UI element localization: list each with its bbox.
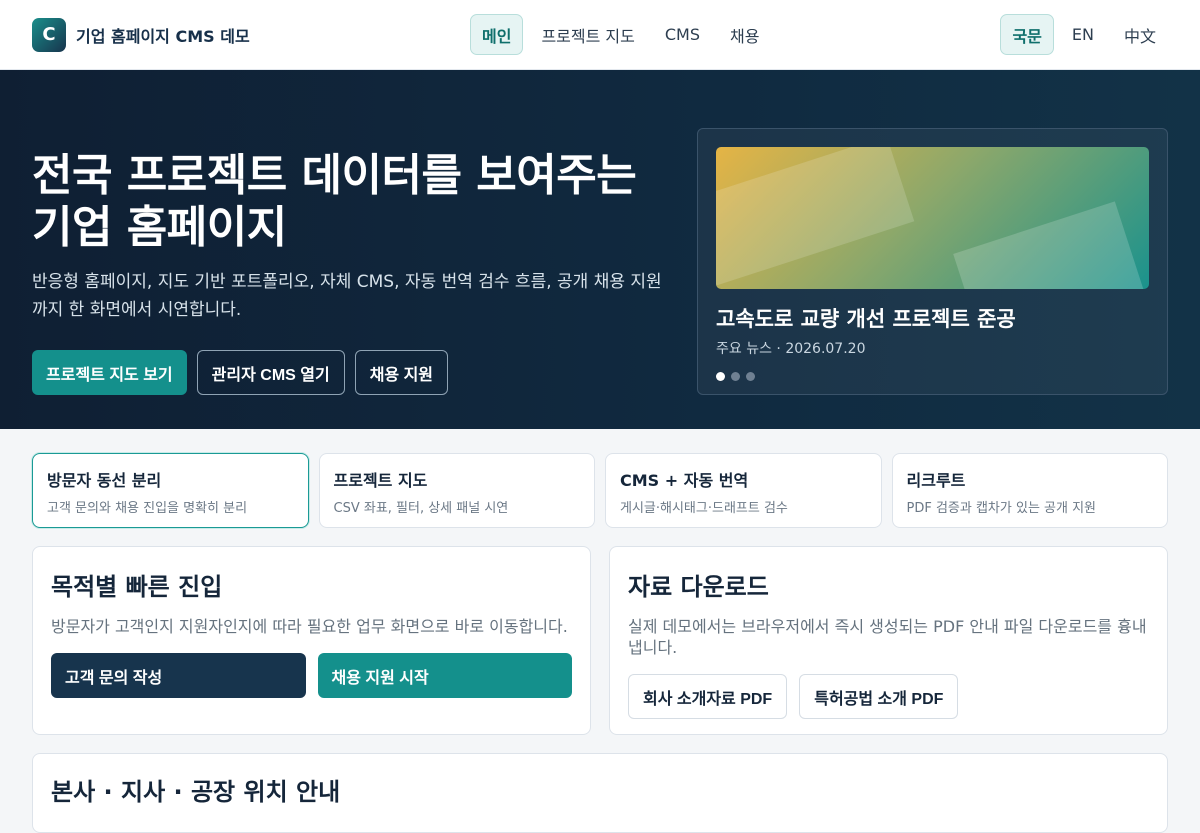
logo-icon: C	[32, 17, 66, 52]
brand[interactable]: C 기업 홈페이지 CMS 데모	[32, 17, 250, 52]
hero-content: 전국 프로젝트 데이터를 보여주는 기업 홈페이지 반응형 홈페이지, 지도 기…	[32, 150, 672, 395]
top-header: C 기업 홈페이지 CMS 데모 메인 프로젝트 지도 CMS 채용 국문 EN…	[0, 0, 1200, 70]
feature-title: 리크루트	[906, 471, 966, 490]
quick-entry-panel: 목적별 빠른 진입 방문자가 고객인지 지원자인지에 따라 필요한 업무 화면으…	[32, 546, 591, 735]
carousel-dot-1[interactable]	[716, 372, 725, 381]
panel-description: 실제 데모에서는 브라우저에서 즉시 생성되는 PDF 안내 파일 다운로드를 …	[628, 617, 1147, 657]
lang-english[interactable]: EN	[1060, 14, 1106, 55]
carousel-dots	[716, 372, 1149, 381]
brand-name: 기업 홈페이지 CMS 데모	[76, 26, 250, 46]
panel-title: 본사 · 지사 · 공장 위치 안내	[51, 778, 341, 806]
panel-description: 방문자가 고객인지 지원자인지에 따라 필요한 업무 화면으로 바로 이동합니다…	[51, 617, 568, 636]
locations-panel: 본사 · 지사 · 공장 위치 안내	[32, 753, 1168, 833]
recruit-apply-button[interactable]: 채용 지원	[354, 350, 449, 395]
language-switcher: 국문 EN 中文	[1000, 14, 1168, 55]
news-image	[716, 147, 1149, 289]
news-image-shape	[716, 147, 915, 289]
news-meta: 주요 뉴스 · 2026.07.20	[716, 341, 866, 357]
view-project-map-button[interactable]: 프로젝트 지도 보기	[32, 350, 187, 395]
main-nav: 메인 프로젝트 지도 CMS 채용	[470, 14, 771, 55]
lang-korean[interactable]: 국문	[1000, 14, 1054, 55]
feature-title: 프로젝트 지도	[333, 471, 428, 490]
lang-chinese[interactable]: 中文	[1112, 14, 1168, 55]
hero-section: 전국 프로젝트 데이터를 보여주는 기업 홈페이지 반응형 홈페이지, 지도 기…	[0, 70, 1200, 429]
nav-item-main[interactable]: 메인	[470, 14, 524, 55]
feature-subtitle: 고객 문의와 채용 진입을 명확히 분리	[47, 501, 248, 516]
feature-title: 방문자 동선 분리	[47, 471, 162, 490]
nav-item-cms[interactable]: CMS	[653, 14, 712, 55]
news-title[interactable]: 고속도로 교량 개선 프로젝트 준공	[716, 303, 1149, 333]
start-application-button[interactable]: 채용 지원 시작	[317, 653, 572, 698]
panel-buttons: 고객 문의 작성 채용 지원 시작	[51, 653, 572, 698]
company-pdf-button[interactable]: 회사 소개자료 PDF	[628, 674, 788, 719]
customer-inquiry-button[interactable]: 고객 문의 작성	[51, 653, 306, 698]
feature-subtitle: 게시글·해시태그·드래프트 검수	[620, 501, 788, 516]
carousel-dot-2[interactable]	[731, 372, 740, 381]
hero-description: 반응형 홈페이지, 지도 기반 포트폴리오, 자체 CMS, 자동 번역 검수 …	[32, 272, 662, 320]
news-carousel[interactable]: 고속도로 교량 개선 프로젝트 준공 주요 뉴스 · 2026.07.20	[697, 128, 1168, 395]
hero-title: 전국 프로젝트 데이터를 보여주는 기업 홈페이지	[32, 150, 637, 253]
feature-title: CMS + 자동 번역	[620, 471, 749, 490]
open-admin-cms-button[interactable]: 관리자 CMS 열기	[196, 350, 345, 395]
hero-buttons: 프로젝트 지도 보기 관리자 CMS 열기 채용 지원	[32, 350, 672, 395]
downloads-panel: 자료 다운로드 실제 데모에서는 브라우저에서 즉시 생성되는 PDF 안내 파…	[609, 546, 1168, 735]
feature-subtitle: PDF 검증과 캡차가 있는 공개 지원	[906, 501, 1097, 516]
patent-pdf-button[interactable]: 특허공법 소개 PDF	[799, 674, 959, 719]
feature-card-recruit[interactable]: 리크루트 PDF 검증과 캡차가 있는 공개 지원	[891, 453, 1168, 528]
feature-card-cms-translation[interactable]: CMS + 자동 번역 게시글·해시태그·드래프트 검수	[605, 453, 882, 528]
news-image-shape	[953, 201, 1149, 289]
nav-item-recruit[interactable]: 채용	[718, 14, 771, 55]
feature-cards: 방문자 동선 분리 고객 문의와 채용 진입을 명확히 분리 프로젝트 지도 C…	[32, 453, 1168, 528]
nav-item-project-map[interactable]: 프로젝트 지도	[529, 14, 646, 55]
panel-buttons: 회사 소개자료 PDF 특허공법 소개 PDF	[628, 674, 1149, 719]
panel-title: 목적별 빠른 진입	[51, 573, 223, 601]
panel-title: 자료 다운로드	[628, 573, 769, 601]
feature-subtitle: CSV 좌표, 필터, 상세 패널 시연	[333, 501, 509, 516]
feature-card-visitor-flow[interactable]: 방문자 동선 분리 고객 문의와 채용 진입을 명확히 분리	[32, 453, 309, 528]
carousel-dot-3[interactable]	[746, 372, 755, 381]
feature-card-project-map[interactable]: 프로젝트 지도 CSV 좌표, 필터, 상세 패널 시연	[318, 453, 595, 528]
